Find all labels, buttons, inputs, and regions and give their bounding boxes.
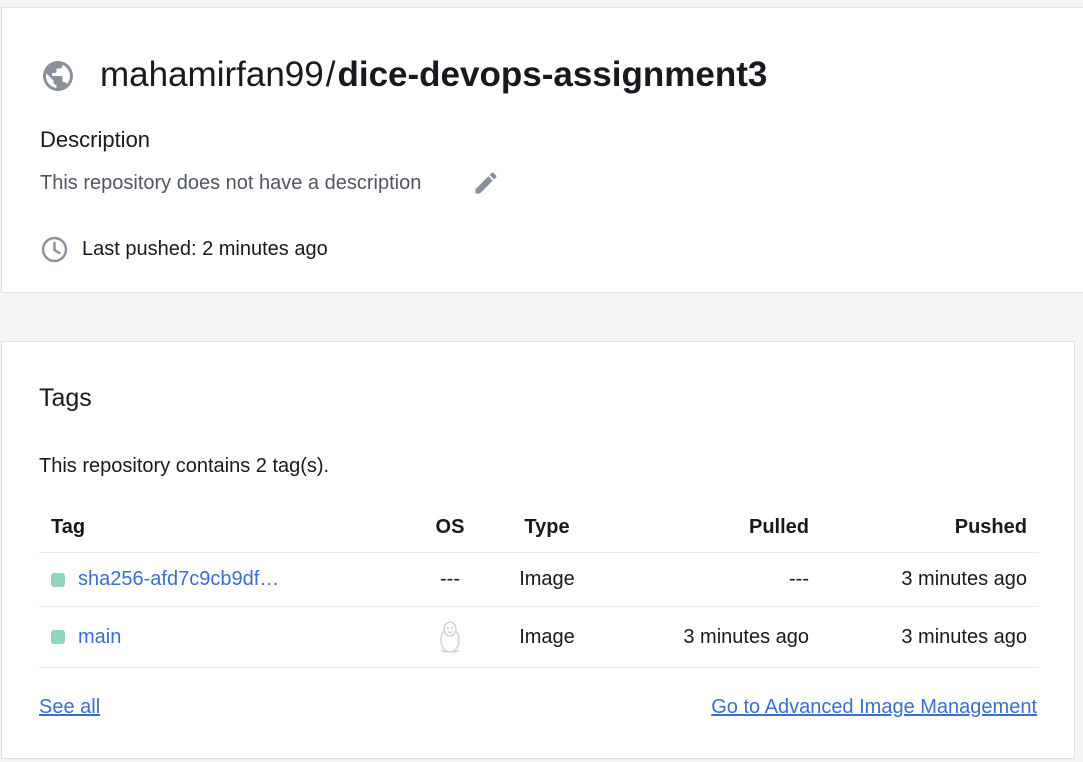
column-header-tag: Tag bbox=[51, 515, 86, 538]
status-dot-icon bbox=[51, 630, 65, 644]
page-title: mahamirfan99/dice-devops-assignment3 bbox=[100, 52, 767, 98]
description-text: This repository does not have a descript… bbox=[40, 172, 422, 194]
see-all-link[interactable]: See all bbox=[39, 692, 100, 722]
type-cell: Image bbox=[519, 625, 575, 648]
pushed-cell: 3 minutes ago bbox=[901, 568, 1027, 590]
tag-link[interactable]: sha256-afd7c9cb9df… bbox=[78, 568, 279, 591]
tag-cell: main bbox=[51, 607, 121, 667]
pulled-cell: 3 minutes ago bbox=[683, 625, 809, 648]
repo-name: dice-devops-assignment3 bbox=[337, 55, 768, 94]
tags-count-text: This repository contains 2 tag(s). bbox=[39, 455, 330, 477]
last-pushed-text: Last pushed: 2 minutes ago bbox=[82, 238, 328, 260]
type-cell: Image bbox=[519, 568, 575, 590]
column-header-pushed: Pushed bbox=[954, 515, 1027, 538]
title-separator: / bbox=[325, 55, 336, 94]
linux-tux-icon bbox=[440, 621, 460, 653]
table-header-row: Tag OS Type Pulled Pushed bbox=[39, 502, 1039, 553]
os-cell bbox=[419, 607, 481, 667]
tags-card: Tags This repository contains 2 tag(s). … bbox=[1, 341, 1075, 759]
edit-description-pencil-icon[interactable] bbox=[472, 169, 500, 197]
status-dot-icon bbox=[51, 572, 65, 587]
tag-link[interactable]: main bbox=[78, 626, 121, 649]
pulled-cell: --- bbox=[789, 568, 809, 590]
advanced-image-management-link[interactable]: Go to Advanced Image Management bbox=[711, 692, 1037, 722]
column-header-pulled: Pulled bbox=[748, 515, 809, 538]
tags-heading: Tags bbox=[39, 384, 92, 412]
column-header-os: OS bbox=[435, 515, 465, 538]
table-row: sha256-afd7c9cb9df… --- Image --- 3 minu… bbox=[39, 553, 1039, 607]
pushed-cell: 3 minutes ago bbox=[901, 625, 1027, 648]
tag-cell: sha256-afd7c9cb9df… bbox=[51, 553, 279, 606]
repository-info-card: mahamirfan99/dice-devops-assignment3 Des… bbox=[1, 7, 1083, 293]
clock-icon bbox=[41, 236, 68, 263]
globe-icon bbox=[43, 61, 73, 91]
os-cell: --- bbox=[440, 568, 460, 590]
table-row: main Image 3 minutes ago 3 minutes ago bbox=[39, 607, 1039, 668]
repo-namespace: mahamirfan99 bbox=[100, 55, 324, 94]
column-header-type: Type bbox=[524, 515, 570, 538]
description-heading: Description bbox=[40, 127, 151, 152]
tags-table: Tag OS Type Pulled Pushed sha256-afd7c9c… bbox=[39, 502, 1039, 668]
